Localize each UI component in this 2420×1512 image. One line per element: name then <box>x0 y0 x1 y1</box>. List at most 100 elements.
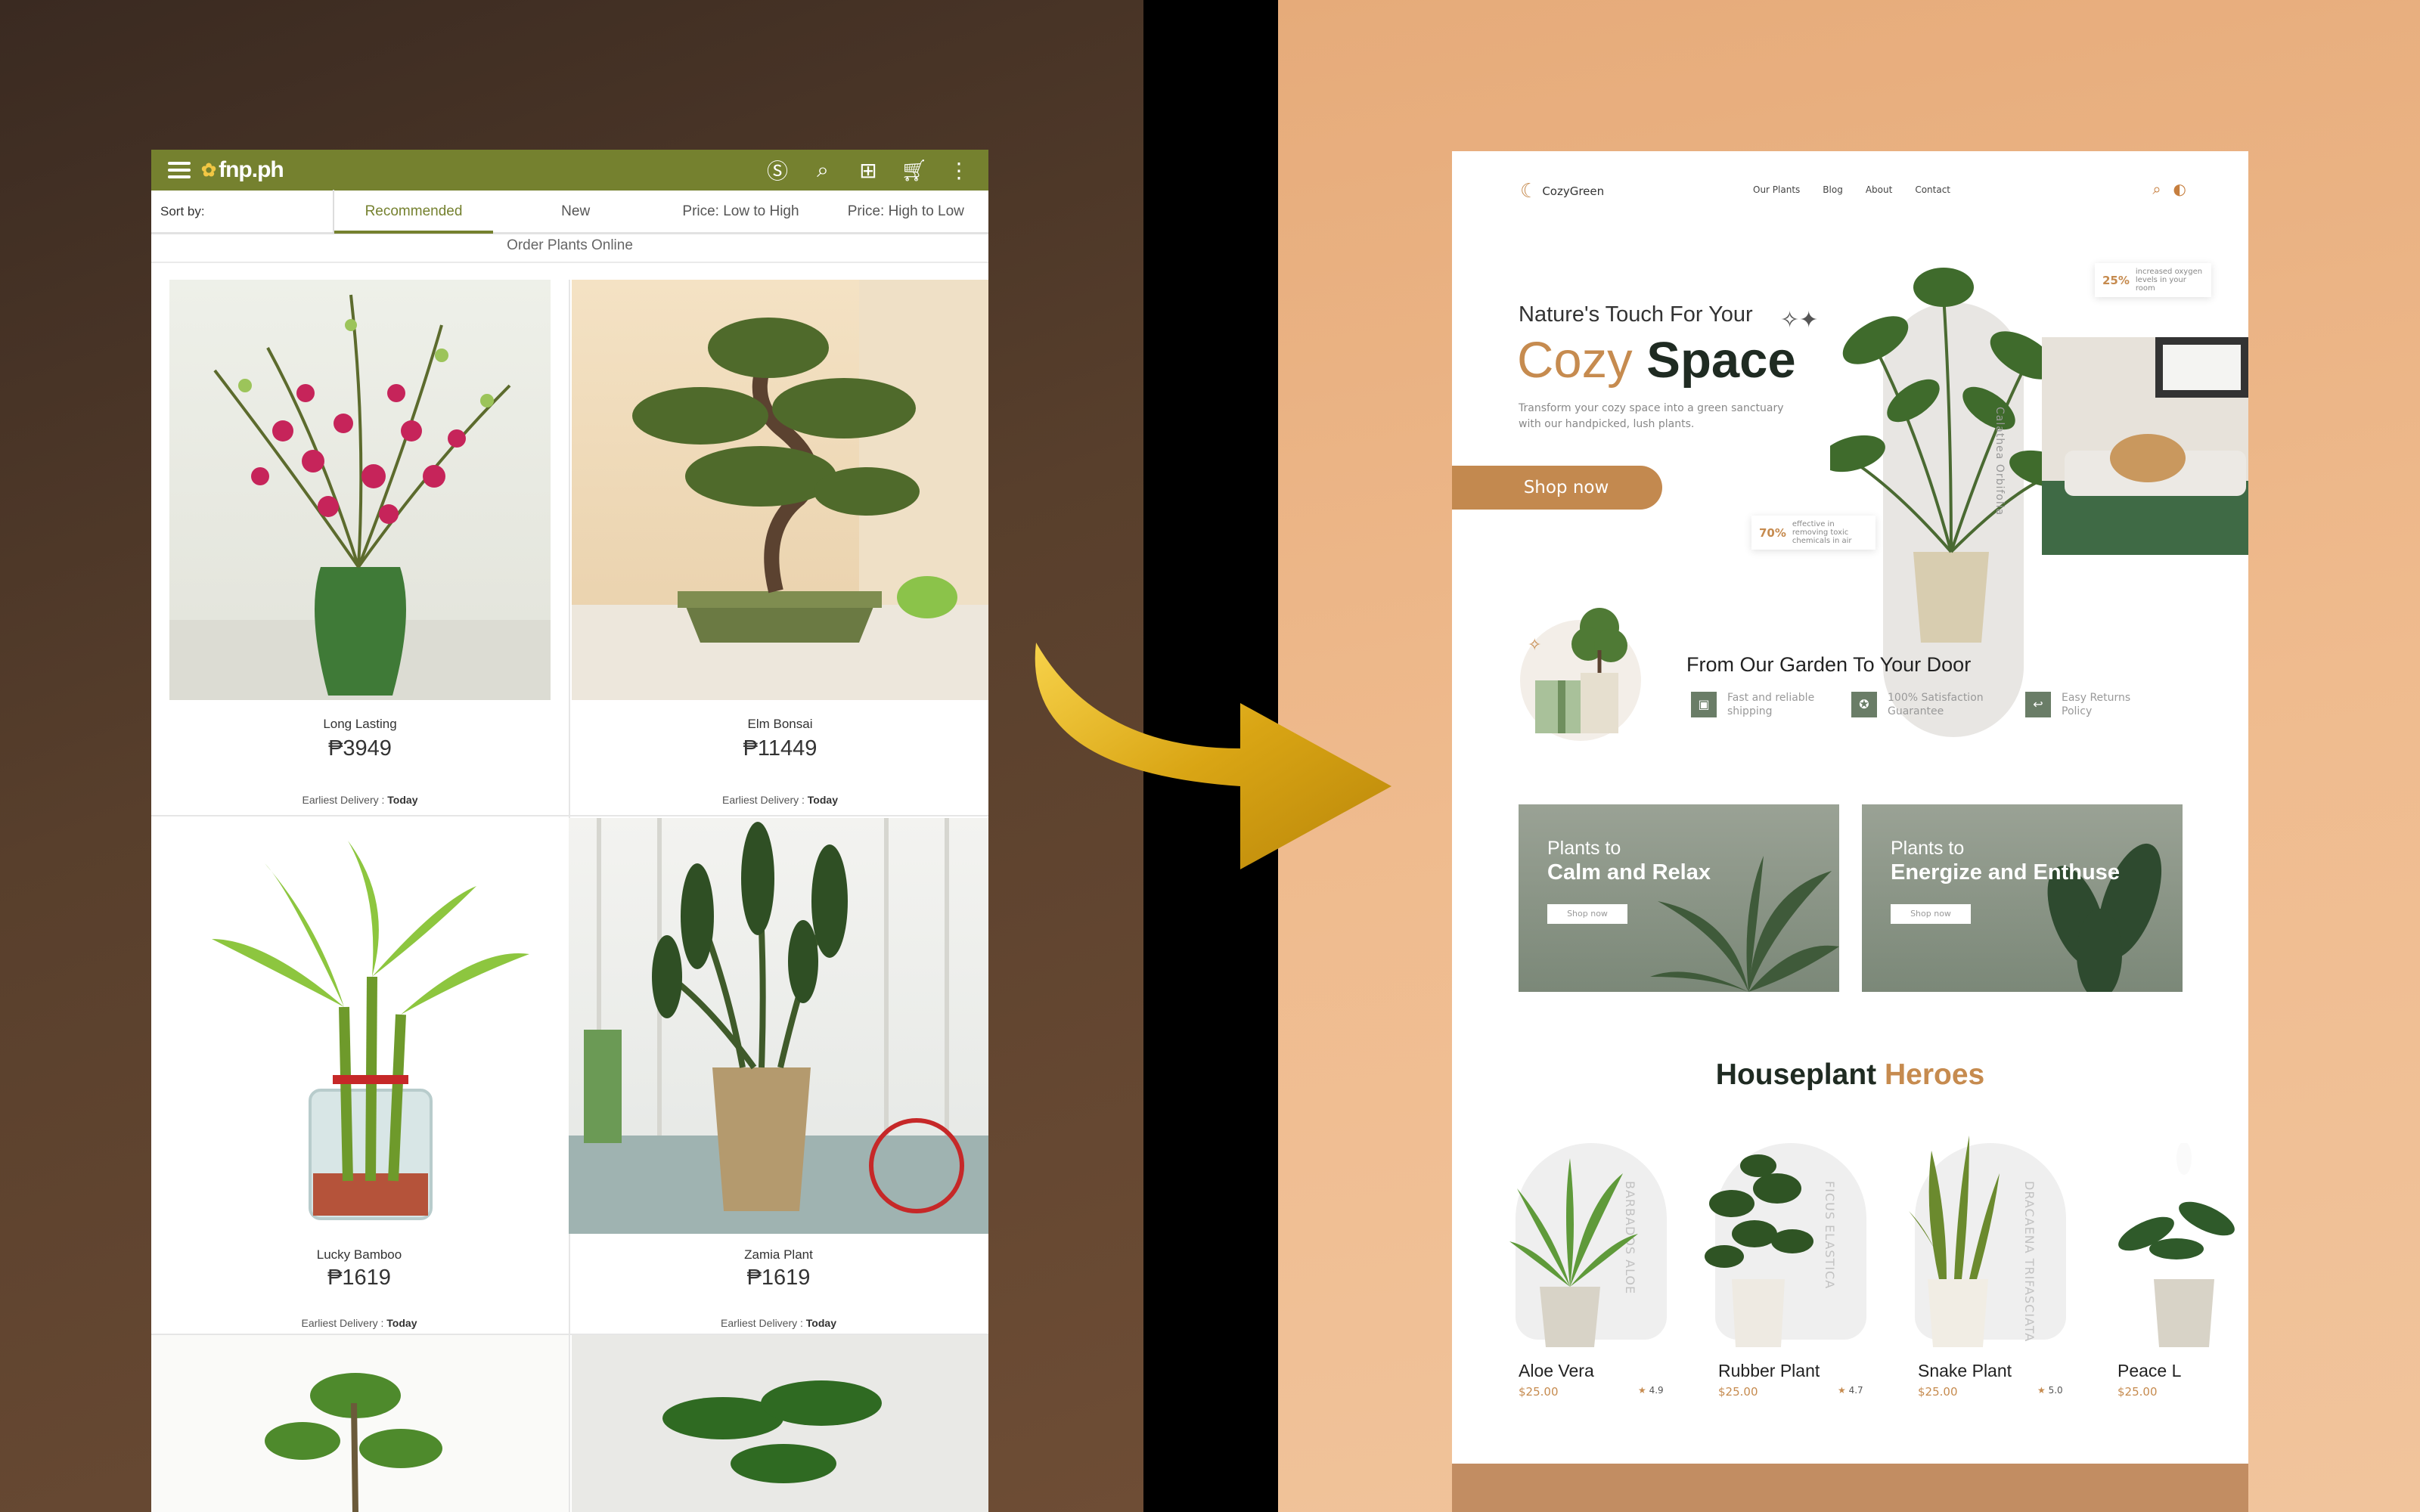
plant-price: $25.00 <box>1519 1385 1559 1399</box>
garden-title: From Our Garden To Your Door <box>1686 653 1972 676</box>
plant-name[interactable]: Peace L <box>2118 1361 2181 1381</box>
feature-shipping: ▣ Fast and reliable shipping <box>1691 691 1826 718</box>
delivery-info: Earliest Delivery : Today <box>721 794 838 806</box>
product-image-bonsai[interactable] <box>572 280 988 700</box>
plant-card[interactable]: FICUS ELASTICA Rubber Plant $25.00 ★ 4.7 <box>1705 1143 1891 1415</box>
cart-icon[interactable]: 🛒︎ <box>901 158 928 183</box>
product-card[interactable] <box>169 280 551 700</box>
nav-bar: ☾ CozyGreen Our Plants Blog About Contact… <box>1452 174 2248 204</box>
plant-name[interactable]: Snake Plant <box>1918 1361 2012 1381</box>
product-name[interactable]: Zamia Plant <box>569 1247 988 1263</box>
hero-title: Cozy Space <box>1517 332 1796 389</box>
peace-lily-image <box>2118 1143 2235 1347</box>
promo-calm[interactable]: Plants to Calm and Relax Shop now <box>1519 804 1839 992</box>
nav-blog[interactable]: Blog <box>1823 184 1843 195</box>
plant-name[interactable]: Rubber Plant <box>1718 1361 1820 1381</box>
sparkle-icon: ✧✦ <box>1780 307 1819 333</box>
page-subtitle: Order Plants Online <box>507 237 633 253</box>
promo-energize[interactable]: Plants to Energize and Enthuse Shop now <box>1862 804 2183 992</box>
star-icon: ★ <box>2037 1385 2046 1396</box>
sort-by-label: Sort by: <box>151 189 334 234</box>
product-price: ₱11449 <box>743 736 818 761</box>
promo-line2: Energize and Enthuse <box>1891 860 2120 885</box>
before-screen-fnp: ✿ fnp.ph Ⓢ ⌕ ⊞ 🛒︎ ⋮ Sort by: Recommended … <box>151 150 988 1512</box>
leaf-logo-icon: ☾ <box>1520 180 1538 203</box>
cozygreen-logo[interactable]: ☾ CozyGreen <box>1520 180 1604 203</box>
gift-icon[interactable]: ⊞ <box>855 158 881 183</box>
divider <box>151 262 988 263</box>
nav-our-plants[interactable]: Our Plants <box>1753 184 1800 195</box>
delivery-info: Earliest Delivery : Today <box>720 1317 836 1329</box>
product-name[interactable]: Elm Bonsai <box>572 717 988 732</box>
plant-price: $25.00 <box>2118 1385 2158 1399</box>
plant-price: $25.00 <box>1918 1385 1958 1399</box>
plant-price: $25.00 <box>1718 1385 1758 1399</box>
section-title: Houseplant Heroes <box>1715 1058 1985 1091</box>
stat-toxins: 70% effective in removing toxic chemicals… <box>1751 516 1876 550</box>
skype-icon[interactable]: Ⓢ <box>765 155 790 185</box>
sort-price-high-low[interactable]: Price: High to Low <box>824 190 988 234</box>
hero-subtitle: Nature's Touch For Your <box>1519 302 1753 327</box>
promo-line2: Calm and Relax <box>1547 860 1711 885</box>
product-name[interactable]: Long Lasting <box>169 717 551 732</box>
more-vertical-icon[interactable]: ⋮ <box>946 158 972 183</box>
product-image-bamboo[interactable] <box>151 818 567 1234</box>
hamburger-menu-icon[interactable] <box>168 162 191 178</box>
sort-recommended[interactable]: Recommended <box>334 190 493 234</box>
sort-price-low-high[interactable]: Price: Low to High <box>658 190 823 234</box>
hero-plant-image <box>1830 268 2057 643</box>
arrow-icon <box>1035 643 1392 869</box>
room-image <box>2042 337 2248 555</box>
promo-shop-button[interactable]: Shop now <box>1547 904 1627 924</box>
truck-icon: ▣ <box>1691 692 1717 717</box>
snake-plant-image <box>1909 1136 2000 1347</box>
fnp-logo[interactable]: ✿ fnp.ph <box>201 157 284 183</box>
promo-line1: Plants to <box>1891 838 1965 859</box>
hero-description: Transform your cozy space into a green s… <box>1519 402 1784 430</box>
sort-new[interactable]: New <box>493 190 658 234</box>
plant-rating: ★ 4.9 <box>1638 1385 1664 1396</box>
flower-icon: ✿ <box>201 160 216 181</box>
footer-band <box>1452 1464 2248 1512</box>
bag-icon[interactable]: ◐ <box>2173 180 2186 198</box>
plant-card[interactable]: Peace L $25.00 <box>2108 1143 2248 1415</box>
gift-plant-image: ✧ <box>1520 608 1641 741</box>
stat-oxygen: 25% increased oxygen levels in your room <box>2095 263 2211 297</box>
plant-card[interactable]: BARBADOS ALOE Aloe Vera $25.00 ★ 4.9 <box>1509 1143 1691 1415</box>
fnp-header-icons: Ⓢ ⌕ ⊞ 🛒︎ ⋮ <box>765 155 972 185</box>
nav-contact[interactable]: Contact <box>1915 184 1950 195</box>
nav-links: Our Plants Blog About Contact <box>1753 184 1950 195</box>
product-image-partial[interactable] <box>572 1335 988 1512</box>
plant-rating: ★ 4.7 <box>1838 1385 1863 1396</box>
product-name[interactable]: Lucky Bamboo <box>151 1247 567 1263</box>
star-icon: ★ <box>1838 1385 1846 1396</box>
product-image-partial[interactable] <box>151 1335 569 1512</box>
delivery-info: Earliest Delivery : Today <box>302 794 418 806</box>
shop-now-button[interactable]: Shop now <box>1452 466 1662 510</box>
aloe-plant-image <box>1509 1158 1638 1347</box>
product-price: ₱1619 <box>746 1266 811 1290</box>
after-screen-cozygreen: ☾ CozyGreen Our Plants Blog About Contact… <box>1452 151 2248 1512</box>
plant-name[interactable]: Aloe Vera <box>1519 1361 1594 1381</box>
return-icon: ↩ <box>2025 692 2051 717</box>
svg-text:✧: ✧ <box>1528 636 1541 655</box>
plant-card[interactable]: DRACAENA TRIFASCIATA Snake Plant $25.00 … <box>1909 1136 2090 1415</box>
fnp-top-bar: ✿ fnp.ph Ⓢ ⌕ ⊞ 🛒︎ ⋮ <box>151 150 988 191</box>
delivery-info: Earliest Delivery : Today <box>301 1317 417 1329</box>
product-image-zamia[interactable] <box>569 818 988 1234</box>
star-icon: ★ <box>1638 1385 1646 1396</box>
rubber-plant-image <box>1705 1154 1813 1347</box>
promo-shop-button[interactable]: Shop now <box>1891 904 1971 924</box>
plant-rating: ★ 5.0 <box>2037 1385 2063 1396</box>
product-price: ₱1619 <box>327 1266 391 1290</box>
promo-line1: Plants to <box>1547 838 1621 859</box>
nav-about[interactable]: About <box>1866 184 1892 195</box>
sort-row: Sort by: Recommended New Price: Low to H… <box>151 189 988 234</box>
badge-icon: ✪ <box>1851 692 1877 717</box>
product-image-orchid[interactable] <box>169 280 551 700</box>
feature-satisfaction: ✪ 100% Satisfaction Guarantee <box>1851 691 1986 718</box>
nav-icons: ⌕ ◐ <box>2152 180 2186 198</box>
search-icon[interactable]: ⌕ <box>2152 180 2161 198</box>
horizontal-divider <box>151 815 988 816</box>
search-icon[interactable]: ⌕ <box>810 158 836 183</box>
